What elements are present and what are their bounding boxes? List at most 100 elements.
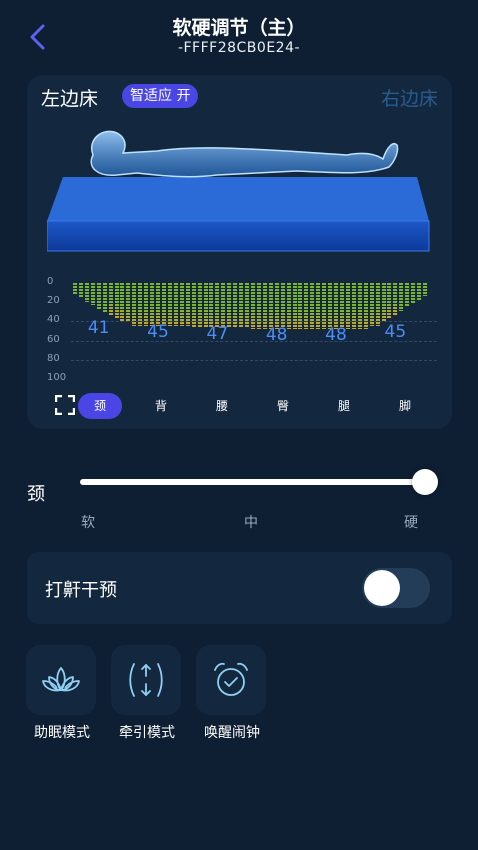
firmness-bar [108,283,113,316]
firmness-bar [369,283,374,327]
firmness-bar [316,283,321,330]
firmness-bar [84,283,89,302]
tick-medium: 中 [244,515,258,531]
segment-value: 45 [147,322,169,343]
traction-mode-button[interactable]: 牵引模式 [111,645,183,742]
firmness-bar [78,283,83,299]
sleep-aid-mode-button[interactable]: 助眠模式 [26,645,98,742]
traction-icon [129,663,163,697]
segment-value: 45 [384,322,407,343]
firmness-bar [286,283,291,330]
header: 软硬调节（主） -FFFF28CB0E24- [0,0,478,70]
segment-tab[interactable]: 腰 [200,393,244,419]
snore-toggle[interactable] [362,568,430,608]
firmness-bar [417,283,422,300]
firmness-bar [90,283,95,306]
firmness-bar [351,283,356,330]
right-bed-tab[interactable]: 右边床 [381,84,438,111]
slider-knob[interactable] [412,469,438,495]
alarm-clock-icon [214,662,248,696]
firmness-bar [334,283,339,330]
firmness-bar [357,283,362,330]
firmness-bar [179,283,184,327]
firmness-bar [245,283,250,329]
firmness-bar [340,283,344,330]
segment-tab[interactable]: 臀 [261,393,305,419]
lotus-icon [42,667,80,692]
smart-adapt-badge[interactable]: 智适应 开 [122,84,199,108]
firmness-bar [215,283,220,329]
firmness-bar [185,283,190,327]
firmness-bar [393,283,398,315]
firmness-bar [387,283,392,319]
firmness-bar [405,283,410,308]
snore-label: 打鼾干预 [45,580,117,601]
device-id: -FFFF28CB0E24- [177,40,301,56]
firmness-bar [73,283,77,295]
tick-hard: 硬 [404,515,418,531]
firmness-bar [173,283,178,327]
mode-tile [26,645,96,715]
firmness-bar [304,283,309,330]
mode-label: 牵引模式 [119,725,175,741]
firmness-bar [322,283,327,330]
firmness-bar [96,283,101,309]
segment-tab[interactable]: 颈 [78,393,122,419]
firmness-chart: 0 20 40 60 80 100 41 45 47 48 48 45 [47,275,437,389]
firmness-bar [144,283,149,327]
firmness-bar [262,283,267,330]
firmness-bar [268,283,273,330]
segment-value: 48 [325,325,347,346]
firmness-bar [221,283,226,329]
page-title: 软硬调节（主） [172,17,306,39]
firmness-bar [328,283,333,330]
segment-value: 47 [206,324,229,345]
firmness-bar [256,283,261,330]
expand-icon[interactable] [55,395,75,415]
firmness-bar [102,283,107,313]
firmness-bar [298,283,303,330]
firmness-bar [138,283,143,327]
firmness-bar [251,283,255,330]
slider-label: 颈 [27,484,45,505]
firmness-bar [114,283,119,319]
firmness-bar [203,283,208,329]
left-bed-label[interactable]: 左边床 [41,84,98,111]
firmness-bar [197,283,202,329]
firmness-bar [280,283,285,330]
firmness-bar [162,283,166,327]
firmness-slider[interactable] [80,469,438,495]
tick-soft: 软 [81,515,95,531]
firmness-bar [156,283,161,327]
segment-tab[interactable]: 背 [139,393,183,419]
toggle-knob [364,570,400,606]
mode-label: 助眠模式 [34,725,90,741]
firmness-bar [132,283,137,327]
firmness-bar [310,283,315,330]
segment-tab[interactable]: 脚 [383,393,427,419]
mode-tile [111,645,181,715]
firmness-bar [167,283,172,327]
firmness-bar [209,283,214,329]
firmness-bar [120,283,125,323]
mode-label: 唤醒闹钟 [204,725,260,741]
firmness-bar [381,283,386,323]
firmness-bar [227,283,232,329]
firmness-bar [292,283,297,330]
snore-intervention-card: 打鼾干预 [27,552,452,624]
firmness-bar [411,283,416,304]
bed-card: 左边床 智适应 开 右边床 0 20 40 60 80 100 41 45 47 48 48 45 … [27,75,452,429]
firmness-bar [126,283,131,323]
bed-illustration [47,130,430,252]
firmness-bar [150,283,155,327]
segment-value: 48 [265,325,288,346]
firmness-bar [233,283,238,329]
firmness-bar [363,283,368,330]
firmness-bar [423,283,428,296]
segment-tab[interactable]: 腿 [322,393,366,419]
firmness-bar [191,283,196,329]
wake-alarm-button[interactable]: 唤醒闹钟 [196,645,268,742]
firmness-bar [274,283,279,330]
firmness-bar [239,283,244,329]
segment-value: 41 [87,318,110,339]
